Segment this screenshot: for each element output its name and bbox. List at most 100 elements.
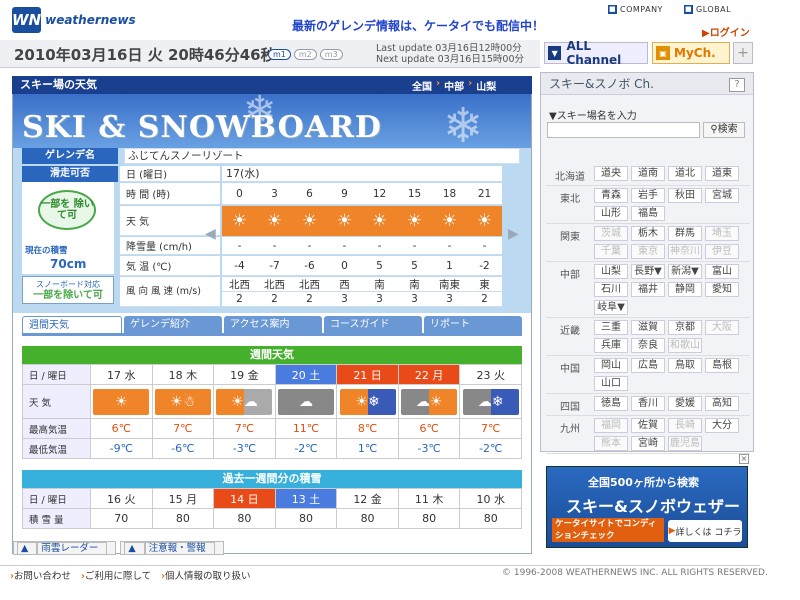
past-day: 12 金	[337, 489, 399, 509]
cloud-icon: ☁	[277, 388, 334, 415]
my-channel-button[interactable]: ▣ MyCh.	[652, 42, 730, 64]
cloud-sun-icon: ☁☀	[401, 388, 458, 415]
ad-details-button[interactable]: ▶ 詳しくは コチラ	[668, 520, 742, 542]
wind-dir-cell: 西	[339, 278, 350, 291]
sun-icon: ☀	[336, 211, 353, 231]
low-temp: -3℃	[214, 439, 276, 459]
tv-icon: ▣	[656, 46, 670, 60]
snowboard-value: 一部を除いて可	[33, 290, 103, 301]
prefecture-link[interactable]: 三重	[594, 320, 628, 335]
breadcrumb-all[interactable]: 全国	[412, 78, 432, 93]
prefecture-link[interactable]: 愛媛	[668, 396, 702, 411]
prefecture-link[interactable]: 山口	[594, 376, 628, 391]
tab-weekly-weather[interactable]: 週間天気	[22, 316, 122, 334]
login-label: ログイン	[709, 28, 750, 39]
mode-m2[interactable]: m2	[293, 49, 317, 60]
prefecture-link[interactable]: 高知	[705, 396, 739, 411]
prefecture-link[interactable]: 群馬	[668, 226, 702, 241]
tab-report[interactable]: リポート	[424, 316, 522, 334]
prefecture-link[interactable]: 道南	[631, 166, 665, 181]
footer-contact-link[interactable]: ›お問い合わせ	[10, 568, 71, 582]
sun-icon: ☀	[301, 211, 318, 231]
search-button[interactable]: ⚲検索	[703, 122, 745, 138]
prefecture-link[interactable]: 秋田	[668, 188, 702, 203]
prefecture-link[interactable]: 香川	[631, 396, 665, 411]
prefecture-link[interactable]: 滋賀	[631, 320, 665, 335]
prefecture-link[interactable]: 福井	[631, 282, 665, 297]
prefecture-link[interactable]: 京都	[668, 320, 702, 335]
prefecture-link[interactable]: 栃木	[631, 226, 665, 241]
prefecture-link[interactable]: 石川	[594, 282, 628, 297]
prefecture-link[interactable]: 道東	[705, 166, 739, 181]
close-icon[interactable]: ×	[739, 454, 749, 464]
login-link[interactable]: ▶ログイン	[702, 24, 750, 39]
prefecture-link[interactable]: 道北	[668, 166, 702, 181]
high-temp: 7℃	[214, 419, 276, 439]
prefecture-link[interactable]: 大分	[705, 418, 739, 433]
promo-text[interactable]: 最新のゲレンデ情報は、ケータイでも配信中！	[292, 17, 544, 34]
company-label: COMPANY	[620, 4, 663, 14]
sun-icon: ☀	[406, 211, 423, 231]
all-channel-button[interactable]: ▼ ALL Channel	[544, 39, 648, 67]
mode-m3[interactable]: m3	[319, 49, 343, 60]
prefecture-link[interactable]: 島根	[705, 358, 739, 373]
resort-search-input[interactable]	[547, 122, 700, 138]
prefecture-link[interactable]: 佐賀	[631, 418, 665, 433]
breadcrumb-yamanashi[interactable]: 山梨	[476, 78, 496, 93]
precip-cell: -	[447, 239, 452, 252]
region-name: 北海道	[555, 172, 585, 183]
company-link[interactable]: ■ COMPANY	[608, 2, 663, 16]
prefecture-link[interactable]: 徳島	[594, 396, 628, 411]
snowboard-label: スノーボード対応	[36, 280, 100, 289]
prefecture-link[interactable]: 長野▼	[631, 264, 665, 279]
add-channel-button[interactable]: +	[733, 42, 753, 64]
prefecture-link[interactable]: 奈良	[631, 338, 665, 353]
prefecture-list: 茨城 栃木 群馬 埼玉 千葉 東京 神奈川 伊豆	[594, 226, 750, 259]
prefecture-link[interactable]: 宮崎	[631, 436, 665, 451]
prefecture-link[interactable]: 宮城	[705, 188, 739, 203]
warnings-link[interactable]: ▲ 注意報・警報	[120, 541, 224, 555]
tab-resort-intro[interactable]: ゲレンデ紹介	[124, 316, 222, 334]
region-name: 東北	[560, 194, 580, 205]
prefecture-link[interactable]: 富山	[705, 264, 739, 279]
prefecture-link[interactable]: 道央	[594, 166, 628, 181]
weathernews-logo[interactable]: WN weathernews	[12, 6, 136, 34]
global-link[interactable]: ■ GLOBAL	[684, 2, 731, 16]
region-list: 北海道 道央 道南 道北 道東 東北 青森 岩手 秋田 宮城 山形 福島 関東 茨城 栃木 群馬 埼玉 千葉 東京神…	[546, 164, 750, 454]
prefecture-link[interactable]: 福島	[631, 206, 665, 221]
prefecture-link[interactable]: 広島	[631, 358, 665, 373]
rain-radar-link[interactable]: ▲ 雨雲レーダー	[13, 541, 117, 555]
high-temp: 7℃	[460, 419, 522, 439]
footer-terms-link[interactable]: ›ご利用に際して	[81, 568, 151, 582]
breadcrumb-chubu[interactable]: 中部	[444, 78, 464, 93]
temp-cell: -6	[304, 259, 315, 272]
prefecture-link[interactable]: 新潟▼	[668, 264, 702, 279]
footer-privacy-link[interactable]: ›個人情報の取り扱い	[161, 568, 250, 582]
help-icon[interactable]: ?	[729, 78, 745, 92]
prefecture-link[interactable]: 山形	[594, 206, 628, 221]
rain-radar-label: 雨雲レーダー	[37, 542, 108, 555]
prefecture-link[interactable]: 愛知	[705, 282, 739, 297]
tab-course-guide[interactable]: コースガイド	[324, 316, 422, 334]
prefecture-link[interactable]: 岐阜▼	[594, 300, 628, 315]
prev-arrow-icon[interactable]: ◀	[205, 226, 216, 242]
next-update: Next update 03月16日15時00分	[376, 54, 524, 65]
cloud-snow-icon: ☁❄	[462, 388, 519, 415]
next-arrow-icon[interactable]: ▶	[508, 226, 519, 242]
weekly-day-holiday: 22 月	[398, 365, 461, 385]
prefecture-link[interactable]: 岩手	[631, 188, 665, 203]
prefecture-link[interactable]: 兵庫	[594, 338, 628, 353]
past-snow-value: 70	[91, 509, 153, 529]
prefecture-link[interactable]: 静岡	[668, 282, 702, 297]
prefecture-link[interactable]: 青森	[594, 188, 628, 203]
hour-cell: 3	[271, 187, 278, 200]
prefecture-link[interactable]: 鳥取	[668, 358, 702, 373]
wind-dir-cell: 北西	[229, 278, 250, 291]
tab-access[interactable]: アクセス案内	[224, 316, 322, 334]
region-row: 四国 徳島 香川 愛媛 高知	[546, 394, 750, 416]
mode-m1[interactable]: m1	[268, 49, 291, 60]
temp-cell: -7	[269, 259, 280, 272]
prefecture-link[interactable]: 岡山	[594, 358, 628, 373]
past-snow-value: 80	[152, 509, 215, 529]
prefecture-link[interactable]: 山梨	[594, 264, 628, 279]
